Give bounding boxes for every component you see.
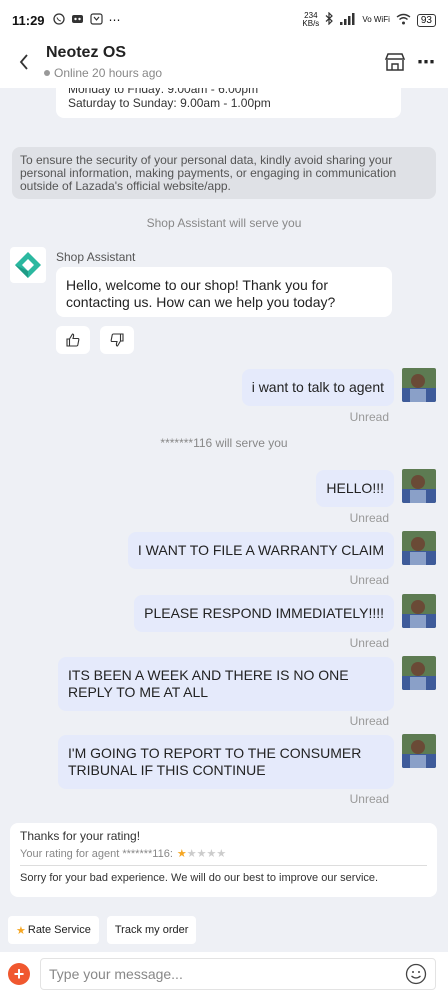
user-message-bubble: I WANT TO FILE A WARRANTY CLAIM (127, 532, 394, 569)
mi-notification-icon (89, 12, 103, 28)
security-notice: To ensure the security of your personal … (12, 147, 436, 199)
back-button[interactable] (14, 50, 34, 74)
star-empty-icon: ★ (196, 848, 207, 860)
presence-dot (44, 70, 50, 76)
shop-name[interactable]: Neotez OS (46, 44, 126, 62)
quick-actions-bar: ★ Rate Service Track my order (0, 906, 448, 952)
system-message: Shop Assistant will serve you (146, 216, 302, 230)
chevron-left-icon (19, 54, 28, 70)
chat-scroll-area[interactable]: Monday to Friday: 9.00am - 6.00pm Saturd… (0, 88, 448, 906)
star-filled-icon: ★ (176, 848, 187, 860)
shop-assistant-avatar (10, 247, 46, 283)
read-status: Unread (349, 714, 389, 728)
read-status: Unread (349, 792, 389, 806)
app-notification-icon (71, 13, 84, 28)
more-dots-icon: ⋯ (417, 51, 435, 72)
plus-icon: + (13, 964, 25, 984)
rate-service-label: Rate Service (27, 924, 91, 936)
presence-status: Online 20 hours ago (44, 66, 162, 80)
user-message-bubble: I'M GOING TO REPORT TO THE CONSUMER TRIB… (58, 735, 394, 789)
message-input-wrapper (40, 958, 436, 990)
store-hours-card: Monday to Friday: 9.00am - 6.00pm Saturd… (56, 88, 401, 118)
rating-summary: Your rating for agent *******116: ★ ★ ★ ★ ★ (20, 847, 427, 861)
user-message-bubble: HELLO!!! (316, 470, 394, 507)
user-message-bubble: PLEASE RESPOND IMMEDIATELY!!!! (134, 595, 394, 632)
store-button[interactable] (384, 52, 406, 72)
read-status: Unread (349, 511, 389, 525)
weekend-hours: Saturday to Sunday: 9.00am - 1.00pm (68, 96, 271, 110)
message-composer: + (0, 952, 448, 996)
emoji-button[interactable] (405, 963, 427, 985)
notification-icons: ⋯ (52, 12, 121, 28)
chat-header: Neotez OS Online 20 hours ago ⋯ (0, 40, 448, 88)
whatsapp-icon (52, 12, 65, 28)
star-empty-icon: ★ (186, 848, 197, 860)
user-avatar (402, 469, 436, 503)
assistant-greeting-bubble: Hello, welcome to our shop! Thank you fo… (56, 267, 392, 317)
star-empty-icon: ★ (206, 848, 217, 860)
system-indicators: 234 KB/s Vo WiFi 93 (302, 12, 436, 28)
star-rating: ★ ★ ★ ★ ★ (177, 847, 226, 860)
user-avatar (402, 368, 436, 402)
read-status: Unread (349, 636, 389, 650)
rating-card: Thanks for your rating! Your rating for … (10, 823, 437, 897)
store-icon (384, 53, 406, 71)
assistant-name: Shop Assistant (56, 250, 136, 264)
track-order-button[interactable]: Track my order (106, 916, 197, 944)
more-notifications-icon: ⋯ (108, 13, 121, 27)
smiley-icon (405, 963, 427, 985)
thumbs-up-button[interactable] (56, 326, 90, 354)
thumbs-down-button[interactable] (100, 326, 134, 354)
user-avatar (402, 531, 436, 565)
star-icon: ★ (16, 924, 26, 937)
rate-service-button[interactable]: ★ Rate Service (8, 916, 99, 944)
weekday-hours: Monday to Friday: 9.00am - 6.00pm (68, 88, 259, 96)
user-avatar (402, 734, 436, 768)
network-speed: 234 KB/s (302, 12, 319, 28)
battery-indicator: 93 (416, 13, 436, 27)
star-empty-icon: ★ (216, 848, 227, 860)
lazada-logo-icon (15, 252, 41, 278)
divider (20, 865, 427, 866)
status-bar: 11:29 ⋯ 234 KB/s Vo WiFi 93 (0, 0, 448, 40)
message-input[interactable] (49, 966, 405, 982)
user-message-bubble: i want to talk to agent (241, 369, 394, 406)
bluetooth-icon (325, 11, 334, 28)
vowifi-label: Vo WiFi (362, 15, 390, 24)
track-order-label: Track my order (114, 924, 189, 936)
more-options-button[interactable]: ⋯ (416, 50, 436, 74)
rating-apology: Sorry for your bad experience. We will d… (20, 872, 379, 884)
clock: 11:29 (12, 12, 45, 28)
read-status: Unread (349, 573, 389, 587)
rating-thanks: Thanks for your rating! (20, 829, 141, 843)
thumbs-up-icon (66, 333, 80, 347)
presence-text: Online 20 hours ago (54, 66, 163, 80)
user-message-bubble: ITS BEEN A WEEK AND THERE IS NO ONE REPL… (58, 657, 394, 711)
read-status: Unread (349, 410, 389, 424)
rating-label: Your rating for agent *******116: (20, 847, 173, 860)
thumbs-down-icon (110, 333, 124, 347)
network-speed-unit: KB/s (302, 19, 320, 28)
user-avatar (402, 594, 436, 628)
add-attachment-button[interactable]: + (8, 963, 30, 985)
signal-icon (340, 12, 356, 28)
wifi-icon (396, 13, 411, 28)
system-message: *******116 will serve you (160, 436, 288, 450)
user-avatar (402, 656, 436, 690)
